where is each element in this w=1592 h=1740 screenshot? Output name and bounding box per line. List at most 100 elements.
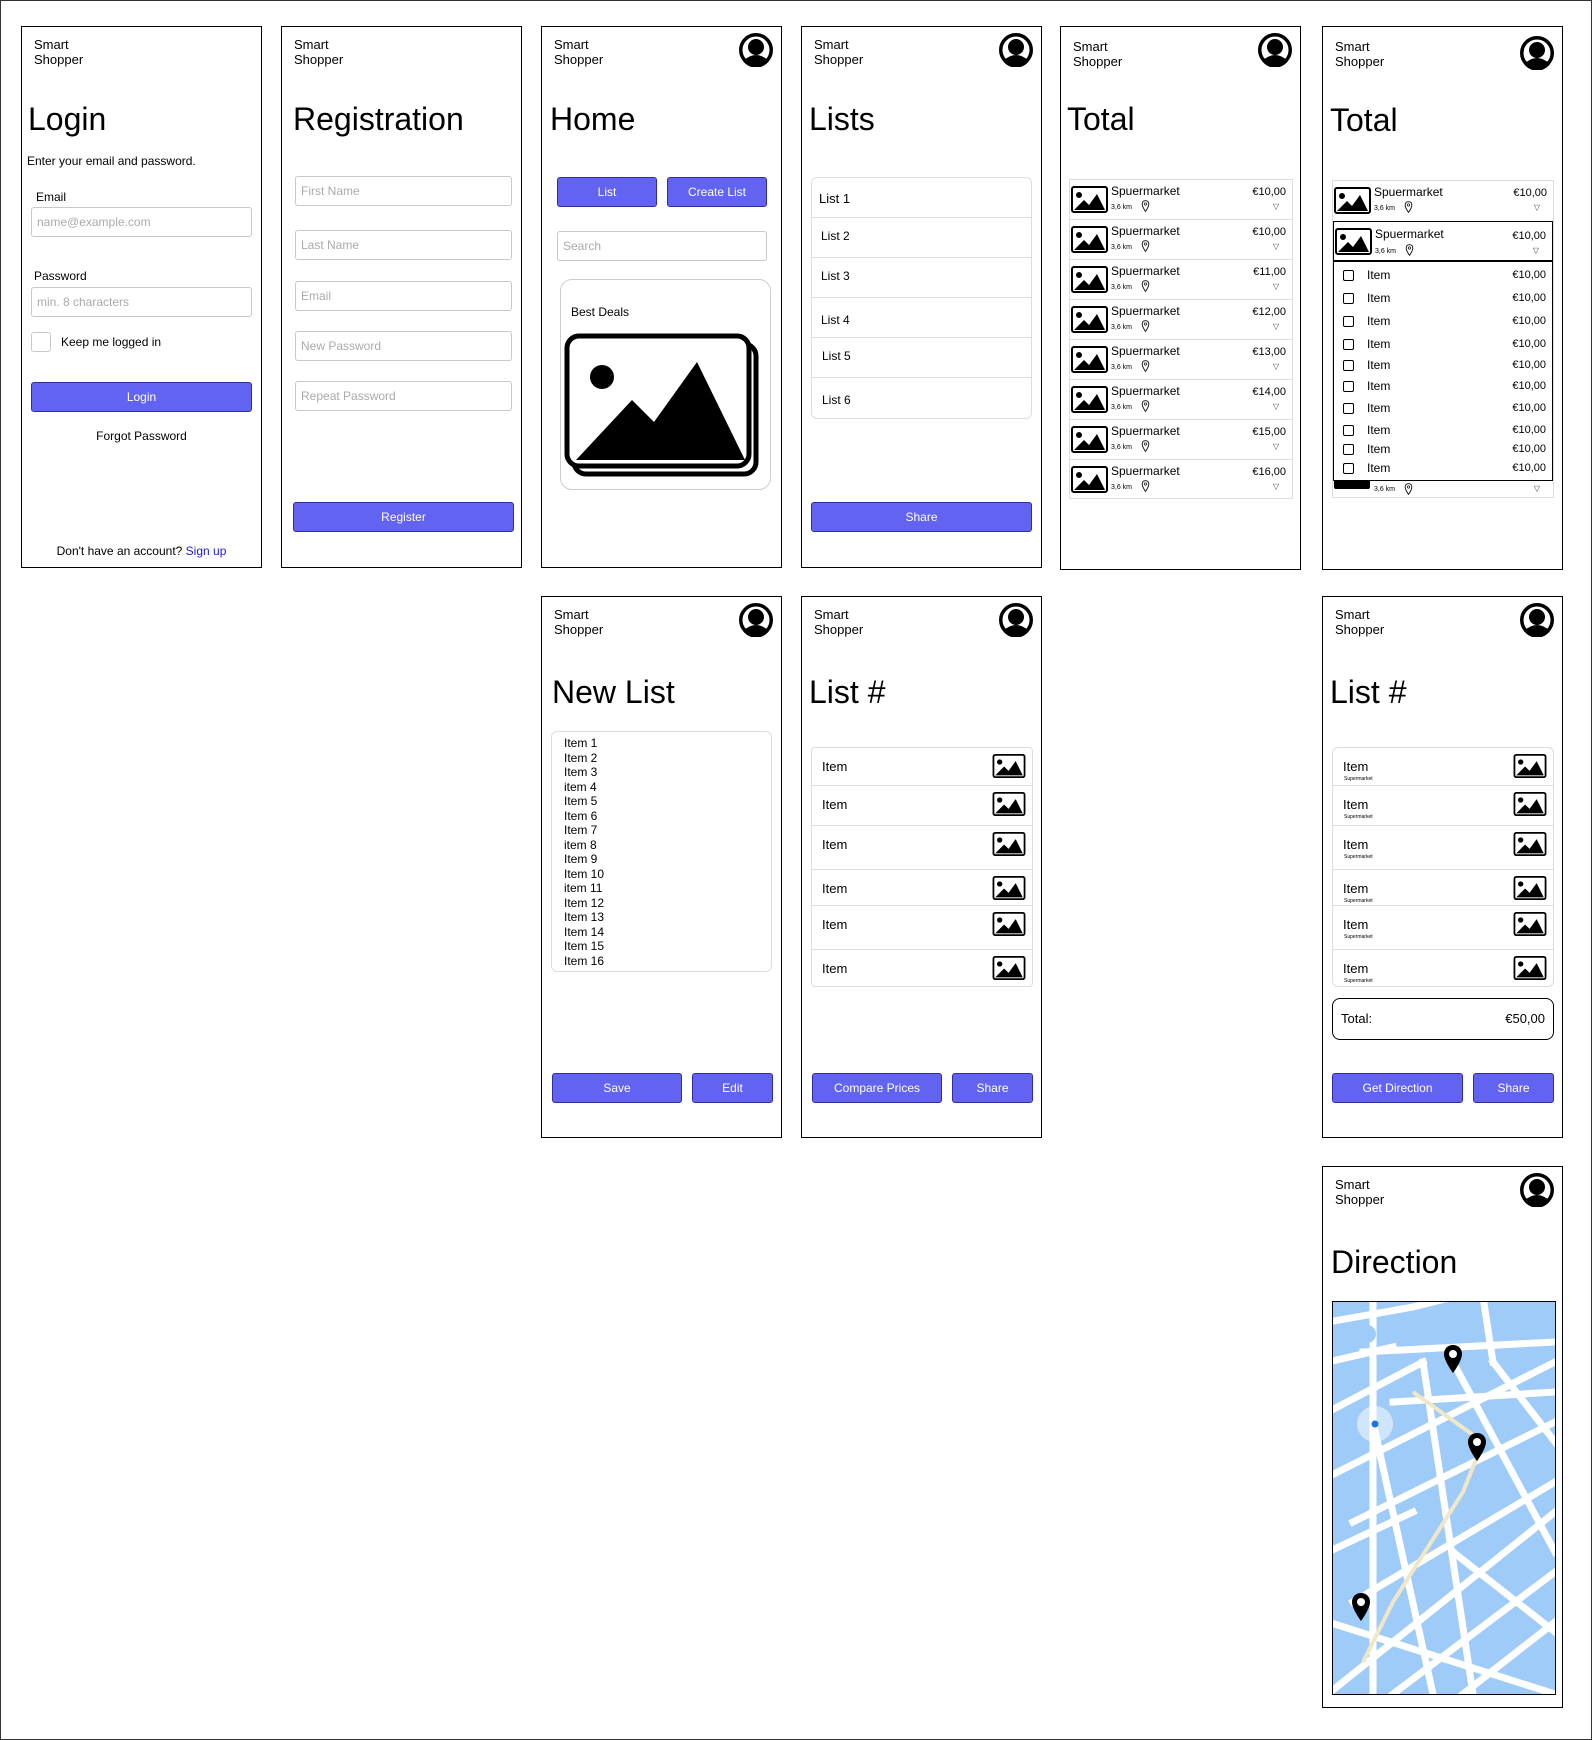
profile-avatar-icon[interactable] [739,603,773,637]
item-checkbox[interactable] [1343,425,1354,436]
list-item[interactable]: Item 1 [564,736,771,751]
list-item[interactable]: Item 12 [564,896,771,911]
item-row[interactable]: Item €10,00 [1334,267,1552,285]
item-row[interactable]: Item €10,00 [1334,400,1552,418]
best-deals-card[interactable]: Best Deals [560,279,771,490]
repeat-password-field[interactable]: Repeat Password [295,381,512,411]
list-item[interactable]: Item 14 [564,925,771,940]
first-name-field[interactable]: First Name [295,176,512,206]
chevron-down-icon[interactable]: ▽ [1273,242,1279,251]
list-item[interactable]: Item 2 [564,751,771,766]
item-row[interactable]: Item €10,00 [1334,460,1552,478]
new-list-items[interactable]: Item 1 Item 2 Item 3 item 4 Item 5 Item 6 Item… [551,731,772,972]
list-item[interactable]: item 8 [564,838,771,853]
list-item[interactable]: Item Supermarket [1333,906,1553,944]
login-button[interactable]: Login [31,382,252,412]
profile-avatar-icon[interactable] [1520,1173,1554,1207]
profile-avatar-icon[interactable] [999,33,1033,67]
profile-avatar-icon[interactable] [1520,36,1554,70]
list-item[interactable]: Item [812,870,1032,908]
list-item[interactable]: Item Supermarket [1333,870,1553,908]
password-field[interactable]: min. 8 characters [31,287,252,317]
item-row[interactable]: Item €10,00 [1334,422,1552,440]
keep-logged-checkbox[interactable] [31,332,51,352]
list-item[interactable]: Item [812,786,1032,824]
list-item[interactable]: List 6 [822,393,851,407]
list-item[interactable]: Item 7 [564,823,771,838]
list-item[interactable]: Item [812,748,1032,786]
chevron-down-icon[interactable]: ▽ [1273,282,1279,291]
list-item[interactable]: Item 6 [564,809,771,824]
list-item[interactable]: Item Supermarket [1333,826,1553,864]
list-item[interactable]: Item 13 [564,910,771,925]
share-button[interactable]: Share [1473,1073,1554,1103]
list-item[interactable]: Item Supermarket [1333,748,1553,786]
list-item[interactable]: Item Supermarket [1333,786,1553,824]
email-field[interactable]: Email [295,281,512,311]
item-checkbox[interactable] [1343,293,1354,304]
chevron-down-icon[interactable]: ▽ [1534,484,1540,493]
item-row[interactable]: Item €10,00 [1334,441,1552,459]
list-item[interactable]: Item 3 [564,765,771,780]
store-row[interactable]: Spuermarket 3,6 km €10,00 ▽ [1333,181,1553,219]
register-button[interactable]: Register [293,502,514,532]
chevron-down-icon[interactable]: ▽ [1273,442,1279,451]
list-item[interactable]: Item 5 [564,794,771,809]
last-name-field[interactable]: Last Name [295,230,512,260]
item-checkbox[interactable] [1343,316,1354,327]
list-item[interactable]: List 5 [822,349,851,363]
route-map[interactable] [1332,1301,1556,1695]
profile-avatar-icon[interactable] [1520,603,1554,637]
new-password-field[interactable]: New Password [295,331,512,361]
chevron-down-icon[interactable]: ▽ [1534,203,1540,212]
chevron-down-icon[interactable]: ▽ [1273,482,1279,491]
list-item[interactable]: Item 10 [564,867,771,882]
list-item[interactable]: Item [812,906,1032,944]
profile-avatar-icon[interactable] [999,603,1033,637]
email-field[interactable]: name@example.com [31,207,252,237]
store-row[interactable]: Spuermarket 3,6 km €13,00 ▽ [1070,340,1292,378]
chevron-down-icon[interactable]: ▽ [1273,202,1279,211]
item-checkbox[interactable] [1343,444,1354,455]
item-checkbox[interactable] [1343,360,1354,371]
item-row[interactable]: Item €10,00 [1334,378,1552,396]
item-row[interactable]: Item €10,00 [1334,336,1552,354]
store-row[interactable]: Spuermarket 3,6 km €16,00 ▽ [1070,460,1292,498]
profile-avatar-icon[interactable] [739,33,773,67]
list-item[interactable]: Item 15 [564,939,771,954]
signup-link[interactable]: Sign up [186,544,227,558]
item-checkbox[interactable] [1343,381,1354,392]
chevron-down-icon[interactable]: ▽ [1273,322,1279,331]
create-list-button[interactable]: Create List [667,177,767,207]
get-direction-button[interactable]: Get Direction [1332,1073,1463,1103]
store-row[interactable]: Spuermarket 3,6 km €15,00 ▽ [1070,420,1292,458]
item-checkbox[interactable] [1343,270,1354,281]
item-checkbox[interactable] [1343,403,1354,414]
list-item[interactable]: List 2 [821,229,850,243]
item-checkbox[interactable] [1343,339,1354,350]
list-item[interactable]: List 1 [819,191,850,206]
chevron-up-icon[interactable]: ▽ [1533,246,1539,255]
list-item[interactable]: List 3 [821,269,850,283]
store-row[interactable]: Spuermarket 3,6 km €12,00 ▽ [1070,300,1292,338]
edit-button[interactable]: Edit [692,1073,773,1103]
list-item[interactable]: item 11 [564,881,771,896]
list-button[interactable]: List [557,177,657,207]
store-row[interactable]: Spuermarket 3,6 km €10,00 ▽ [1070,220,1292,258]
profile-avatar-icon[interactable] [1258,33,1292,67]
item-row[interactable]: Item €10,00 [1334,313,1552,331]
store-row[interactable]: Spuermarket 3,6 km €10,00 ▽ [1070,180,1292,218]
list-item[interactable]: Item 9 [564,852,771,867]
item-row[interactable]: Item €10,00 [1334,290,1552,308]
list-item[interactable]: Item [812,826,1032,864]
share-button[interactable]: Share [811,502,1032,532]
share-button[interactable]: Share [952,1073,1033,1103]
store-row-selected[interactable]: Spuermarket 3,6 km €10,00 ▽ [1333,221,1553,261]
compare-prices-button[interactable]: Compare Prices [812,1073,942,1103]
item-checkbox[interactable] [1343,463,1354,474]
list-item[interactable]: Item 16 [564,954,771,969]
list-item[interactable]: List 4 [821,313,850,327]
item-row[interactable]: Item €10,00 [1334,357,1552,375]
list-item[interactable]: item 4 [564,780,771,795]
chevron-down-icon[interactable]: ▽ [1273,362,1279,371]
